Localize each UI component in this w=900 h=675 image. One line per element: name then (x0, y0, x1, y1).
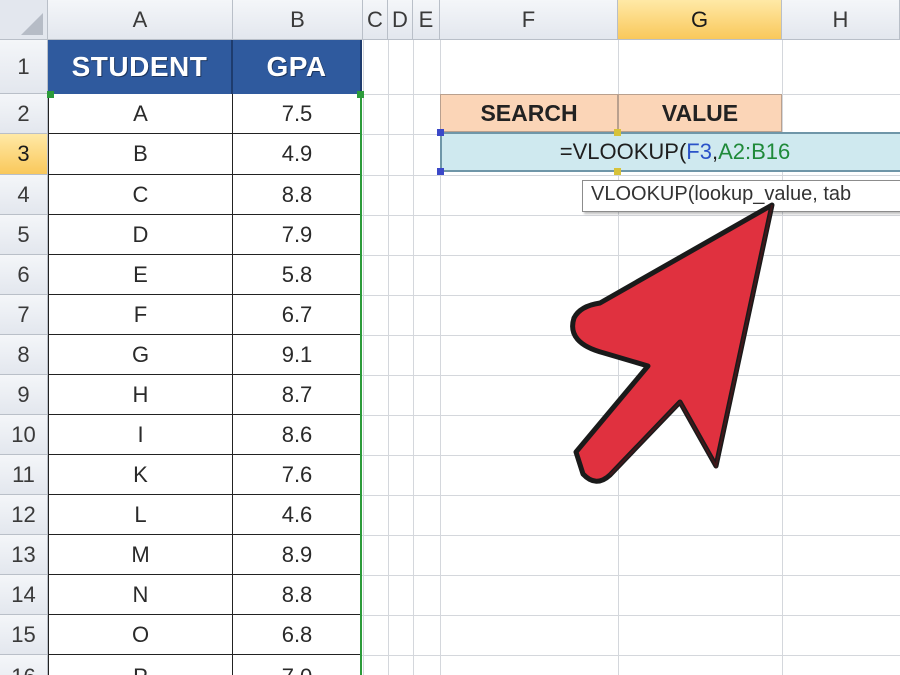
selection-handle-bottom-mid[interactable] (614, 168, 621, 175)
gpa-cell[interactable]: 7.0 (233, 655, 362, 675)
row-header-12[interactable]: 12 (0, 495, 48, 535)
gpa-cell[interactable]: 8.9 (233, 535, 362, 575)
gridline-vertical (388, 40, 389, 675)
gridline-vertical (363, 40, 364, 675)
column-header-g[interactable]: G (618, 0, 782, 40)
gpa-cell[interactable]: 7.6 (233, 455, 362, 495)
gpa-cell[interactable]: 5.8 (233, 255, 362, 295)
range-handle-top-left[interactable] (47, 91, 54, 98)
row-header-13[interactable]: 13 (0, 535, 48, 575)
gridline-vertical (413, 40, 414, 675)
function-tooltip: VLOOKUP(lookup_value, tab (582, 180, 900, 212)
row-header-8[interactable]: 8 (0, 335, 48, 375)
range-highlight-right (360, 94, 362, 675)
gpa-cell[interactable]: 7.9 (233, 215, 362, 255)
gpa-cell[interactable]: 4.6 (233, 495, 362, 535)
row-header-7[interactable]: 7 (0, 295, 48, 335)
row-header-4[interactable]: 4 (0, 175, 48, 215)
selection-handle-bottom-left[interactable] (437, 168, 444, 175)
select-all-corner[interactable] (0, 0, 48, 40)
gpa-cell[interactable]: 7.5 (233, 94, 362, 134)
column-header-a[interactable]: A (48, 0, 233, 40)
column-header-f[interactable]: F (440, 0, 618, 40)
gpa-cell[interactable]: 6.8 (233, 615, 362, 655)
row-header-3[interactable]: 3 (0, 134, 48, 175)
selection-handle-top-mid[interactable] (614, 129, 621, 136)
column-header-h[interactable]: H (782, 0, 900, 40)
gpa-cell[interactable]: 8.8 (233, 575, 362, 615)
gpa-cell[interactable]: 8.8 (233, 175, 362, 215)
row-header-6[interactable]: 6 (0, 255, 48, 295)
formula-ref-range: A2:B16 (718, 139, 791, 164)
gpa-cell[interactable]: 8.7 (233, 375, 362, 415)
student-cell[interactable]: I (48, 415, 233, 455)
student-cell[interactable]: A (48, 94, 233, 134)
student-cell[interactable]: K (48, 455, 233, 495)
range-handle-top-right[interactable] (357, 91, 364, 98)
row-header-11[interactable]: 11 (0, 455, 48, 495)
student-cell[interactable]: H (48, 375, 233, 415)
row-header-10[interactable]: 10 (0, 415, 48, 455)
row-header-9[interactable]: 9 (0, 375, 48, 415)
select-all-icon (21, 13, 43, 35)
gpa-cell[interactable]: 4.9 (233, 134, 362, 175)
column-header-b[interactable]: B (233, 0, 363, 40)
gpa-cell[interactable]: 9.1 (233, 335, 362, 375)
row-header-14[interactable]: 14 (0, 575, 48, 615)
student-cell[interactable]: D (48, 215, 233, 255)
formula-cell[interactable]: =VLOOKUP(F3, A2:B16 (440, 132, 900, 172)
gpa-cell[interactable]: 8.6 (233, 415, 362, 455)
column-header-e[interactable]: E (413, 0, 440, 40)
pointer-arrow-shape (570, 202, 775, 484)
student-cell[interactable]: L (48, 495, 233, 535)
selection-handle-top-left[interactable] (437, 129, 444, 136)
student-cell[interactable]: E (48, 255, 233, 295)
gpa-cell[interactable]: 6.7 (233, 295, 362, 335)
student-cell[interactable]: N (48, 575, 233, 615)
spreadsheet[interactable]: ABCDEFGH 12345678910111213141516 STUDENT… (0, 0, 900, 675)
student-cell[interactable]: P (48, 655, 233, 675)
row-header-1[interactable]: 1 (0, 40, 48, 94)
student-cell[interactable]: F (48, 295, 233, 335)
row-header-5[interactable]: 5 (0, 215, 48, 255)
table-header-gpa[interactable]: GPA (233, 40, 362, 94)
search-header[interactable]: SEARCH (440, 94, 618, 132)
student-cell[interactable]: C (48, 175, 233, 215)
student-cell[interactable]: M (48, 535, 233, 575)
row-header-2[interactable]: 2 (0, 94, 48, 134)
column-header-c[interactable]: C (363, 0, 388, 40)
student-cell[interactable]: G (48, 335, 233, 375)
column-header-d[interactable]: D (388, 0, 413, 40)
student-cell[interactable]: B (48, 134, 233, 175)
row-header-16[interactable]: 16 (0, 655, 48, 675)
row-header-15[interactable]: 15 (0, 615, 48, 655)
value-header[interactable]: VALUE (618, 94, 782, 132)
formula-prefix: =VLOOKUP( (559, 139, 687, 164)
student-cell[interactable]: O (48, 615, 233, 655)
formula-ref-f3: F3 (686, 139, 712, 164)
table-header-student[interactable]: STUDENT (48, 40, 233, 94)
